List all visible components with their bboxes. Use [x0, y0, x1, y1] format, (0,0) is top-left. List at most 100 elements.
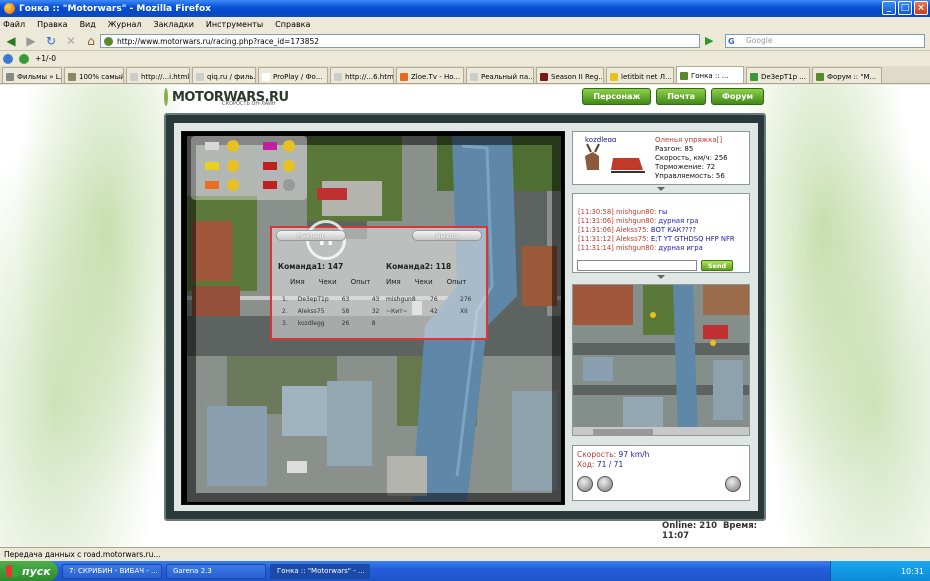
- chat-input[interactable]: [577, 260, 697, 271]
- chat-line: [11:31:06] Alekss75: ВОТ КАК????: [573, 226, 735, 235]
- tab-label: letitbit net Л...: [621, 72, 672, 81]
- stat-value: 72: [706, 163, 716, 171]
- close-button[interactable]: ×: [914, 1, 928, 15]
- stat-label: Управляемость:: [655, 172, 714, 180]
- logo-subtitle: СКОРОСТЬ ОН-ЛАЙН: [222, 101, 276, 107]
- tab[interactable]: Реальный па...: [466, 67, 534, 83]
- tab[interactable]: Форум :: "M...: [812, 67, 882, 83]
- maximize-button[interactable]: □: [898, 1, 912, 15]
- back-icon[interactable]: ◀: [2, 33, 20, 49]
- taskbar-item-active[interactable]: Гонка :: "Motorwars" - ...: [270, 563, 370, 579]
- col-name: Имя: [386, 278, 401, 286]
- menu-bookmarks[interactable]: Закладки: [153, 20, 193, 29]
- car-info-panel: kozdlegg Оленья упряжка[] Разгон: 85 Ско…: [572, 131, 750, 185]
- chat-nick[interactable]: mishgun80:: [616, 244, 656, 252]
- tab-icon: [334, 72, 342, 81]
- send-button[interactable]: Send: [701, 260, 733, 271]
- chat-log: [11:30:58] mishgun80: гы [11:31:06] mish…: [573, 208, 735, 253]
- row-checks: 26: [341, 320, 350, 327]
- rating-icon[interactable]: [19, 53, 29, 64]
- chat-nick[interactable]: mishgun80:: [616, 208, 656, 216]
- speed-panel: Скорость: 97 km/h Ход: 71 / 71: [572, 445, 750, 501]
- tab-icon: [610, 72, 618, 81]
- tab[interactable]: http://...i.html: [126, 67, 190, 83]
- menu-help[interactable]: Справка: [275, 20, 310, 29]
- forum-button[interactable]: Форум: [711, 88, 764, 105]
- reindeer-sleigh-icon: [577, 142, 647, 182]
- start-button[interactable]: пуск: [0, 561, 58, 581]
- cancel-icon[interactable]: [725, 476, 741, 492]
- site-logo[interactable]: MOTORWARS.RU СКОРОСТЬ ОН-ЛАЙН: [164, 86, 289, 108]
- stop-icon[interactable]: ✕: [62, 33, 80, 49]
- stat-value: 85: [684, 145, 694, 153]
- windows-flag-icon: [6, 565, 18, 577]
- team1-score: Команда1: 147: [278, 262, 344, 271]
- taskbar-item[interactable]: 7: СКРИБИН - ВИБАЧ - ...: [62, 563, 162, 579]
- url-field[interactable]: http://www.motorwars.ru/racing.php?race_…: [100, 34, 700, 48]
- table-row: mishgun8 76 276: [386, 296, 471, 303]
- team2-header: Имя Чеки Опыт: [386, 278, 466, 286]
- row-exp: 32: [371, 308, 380, 315]
- minimap[interactable]: [572, 284, 750, 436]
- server-status: Online: 210 Время: 11:07: [662, 521, 766, 541]
- search-input[interactable]: G Google: [725, 34, 925, 48]
- system-tray: 10:31: [830, 561, 930, 581]
- forward-icon[interactable]: ▶: [22, 33, 40, 49]
- chat-line: [11:31:12] Alekss75: E;T YT GTHDSQ HFP N…: [573, 235, 735, 244]
- tab-active[interactable]: Гонка :: ...: [676, 66, 744, 83]
- window-titlebar: Гонка :: "Motorwars" - Mozilla Firefox _…: [0, 0, 930, 17]
- chat-nick[interactable]: Alekss75:: [616, 226, 649, 234]
- decorative-leaves-left: [0, 85, 180, 547]
- scoreboard-panel: H Рейтинг Выход Команда1: 147 Команда2: …: [270, 220, 488, 340]
- clock[interactable]: 10:31: [901, 567, 924, 576]
- taskbar-item[interactable]: Garena 2.3: [166, 563, 266, 579]
- tab[interactable]: De3epT1p ...: [746, 67, 810, 83]
- rating-counter[interactable]: +1/-0: [35, 54, 56, 63]
- menu-tools[interactable]: Инструменты: [206, 20, 263, 29]
- nitro-button[interactable]: [577, 476, 593, 492]
- mail-button[interactable]: Почта: [656, 88, 707, 105]
- window-title: Гонка :: "Motorwars" - Mozilla Firefox: [19, 3, 211, 14]
- tab[interactable]: Zloe.Tv - Ho...: [396, 67, 464, 83]
- tab[interactable]: 100% самый...: [64, 67, 124, 83]
- minimize-button[interactable]: _: [882, 1, 896, 15]
- tab[interactable]: ProPlay / Фо...: [258, 67, 328, 83]
- home-icon[interactable]: ⌂: [82, 33, 100, 49]
- row-name: Alekss75: [297, 308, 325, 315]
- collapse-arrow-icon[interactable]: [657, 187, 665, 191]
- tab[interactable]: Season II Reg...: [536, 67, 604, 83]
- tab-label: Реальный па...: [481, 72, 534, 81]
- tab[interactable]: Фильмы » L...: [2, 67, 62, 83]
- chat-nick[interactable]: Alekss75:: [616, 235, 649, 243]
- menu-view[interactable]: Вид: [80, 20, 96, 29]
- chat-time: [11:31:14]: [578, 244, 614, 252]
- tab[interactable]: letitbit net Л...: [606, 67, 674, 83]
- row-name: De3epT1p: [297, 296, 329, 303]
- race-map[interactable]: H Рейтинг Выход Команда1: 147 Команда2: …: [181, 131, 565, 505]
- row-exp: XII: [460, 308, 468, 315]
- lap-row: Ход: 71 / 71: [577, 460, 623, 469]
- chat-nick[interactable]: mishgun80:: [616, 217, 656, 225]
- reload-icon[interactable]: ↻: [42, 33, 60, 49]
- row-exp: 43: [371, 296, 380, 303]
- chat-time: [11:31:06]: [578, 226, 614, 234]
- collapse-arrow-icon[interactable]: [657, 275, 665, 279]
- brake-button[interactable]: [597, 476, 613, 492]
- menu-file[interactable]: Файл: [3, 20, 25, 29]
- stat-label: Торможение:: [655, 163, 704, 171]
- site-favicon-icon: [104, 37, 113, 46]
- rating-button[interactable]: Рейтинг: [276, 230, 346, 241]
- stat-row: Разгон: 85: [655, 145, 728, 154]
- addon-icon[interactable]: [3, 53, 13, 64]
- addon-toolbar: +1/-0: [0, 51, 930, 66]
- character-button[interactable]: Персонаж: [582, 88, 652, 105]
- menu-history[interactable]: Журнал: [108, 20, 142, 29]
- tab[interactable]: qiq.ru / филь...: [192, 67, 256, 83]
- tab[interactable]: http://...6.html: [330, 67, 394, 83]
- exit-button[interactable]: Выход: [412, 230, 482, 241]
- go-icon[interactable]: ▶: [705, 35, 717, 47]
- menu-edit[interactable]: Правка: [37, 20, 67, 29]
- stat-row: Скорость, км/ч: 256: [655, 154, 728, 163]
- game-frame: H Рейтинг Выход Команда1: 147 Команда2: …: [164, 113, 766, 521]
- row-name: kozdlegg: [297, 320, 325, 327]
